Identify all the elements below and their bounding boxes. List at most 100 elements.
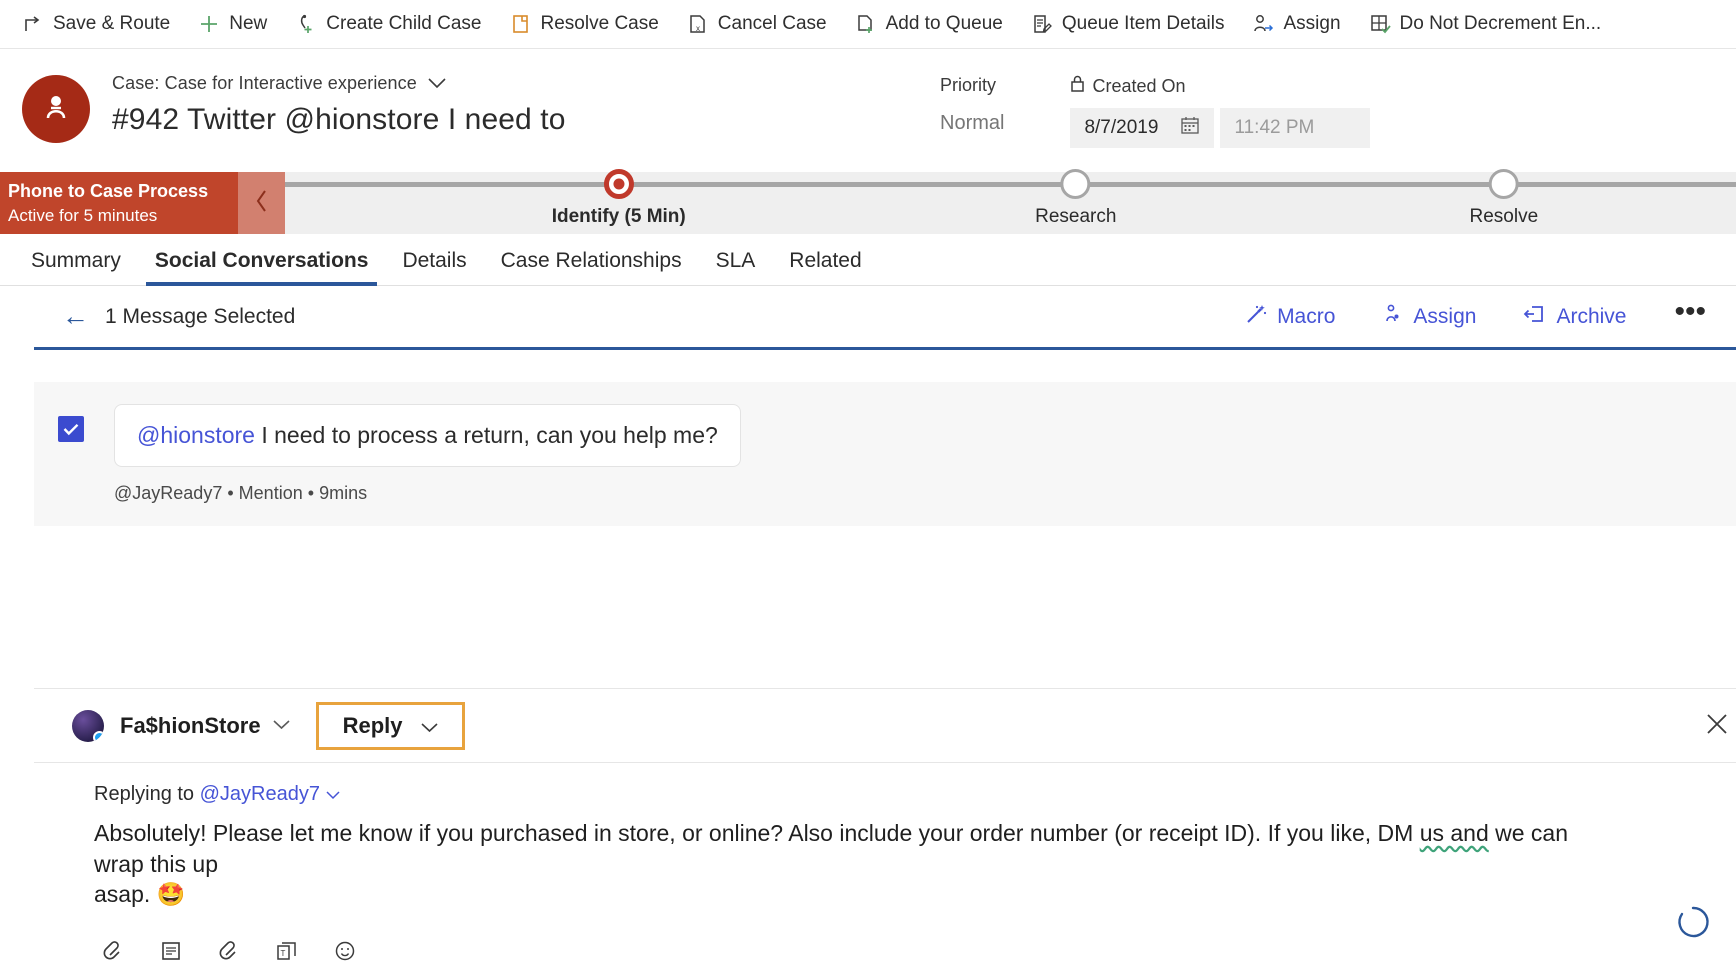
replying-to-prefix: Replying to	[94, 783, 200, 805]
tab-details[interactable]: Details	[385, 249, 483, 285]
tab-summary[interactable]: Summary	[14, 249, 138, 285]
do-not-decrement-icon	[1369, 13, 1391, 35]
account-chevron-down-icon[interactable]	[273, 717, 290, 735]
macro-label: Macro	[1277, 304, 1336, 328]
close-icon[interactable]	[1704, 711, 1730, 745]
composer-account-avatar	[72, 709, 104, 742]
message-checkbox[interactable]	[58, 416, 84, 442]
back-arrow-icon[interactable]: ←	[62, 303, 89, 330]
command-resolve-case[interactable]: Resolve Case	[496, 4, 673, 44]
message-list-item: @hionstore I need to process a return, c…	[34, 382, 1736, 526]
assign-label: Assign	[1413, 304, 1477, 328]
resolve-case-icon	[510, 13, 532, 35]
create-child-case-icon	[295, 13, 317, 35]
chevron-left-icon	[255, 189, 269, 218]
priority-label: Priority	[940, 75, 997, 95]
message-bubble[interactable]: @hionstore I need to process a return, c…	[114, 404, 741, 467]
command-label: Assign	[1283, 13, 1341, 34]
macro-button[interactable]: Macro	[1227, 295, 1353, 339]
command-queue-item-details[interactable]: Queue Item Details	[1017, 4, 1239, 44]
assign-button[interactable]: Assign	[1363, 295, 1494, 339]
link-icon[interactable]	[214, 936, 244, 966]
command-add-to-queue[interactable]: Add to Queue	[841, 4, 1017, 44]
reply-mode-button[interactable]: Reply	[315, 701, 465, 750]
tab-sla[interactable]: SLA	[699, 249, 773, 285]
assign-person-icon	[1381, 303, 1403, 331]
stage-marker-icon	[1060, 169, 1091, 199]
save-route-icon	[22, 13, 44, 35]
assign-person-icon	[1252, 13, 1274, 35]
add-to-queue-icon	[855, 13, 877, 35]
tab-case-relationships[interactable]: Case Relationships	[484, 249, 699, 285]
overflow-menu-button[interactable]: •••	[1654, 296, 1726, 337]
command-do-not-decrement-entitlement[interactable]: Do Not Decrement En...	[1355, 4, 1616, 44]
note-icon[interactable]	[156, 936, 186, 966]
priority-value[interactable]: Normal	[940, 112, 1004, 135]
selection-count-label: 1 Message Selected	[105, 304, 296, 328]
process-stages: Identify (5 Min) Research Resolve	[285, 169, 1736, 234]
created-on-date-input[interactable]: 8/7/2019	[1070, 108, 1215, 148]
process-name-block[interactable]: Phone to Case Process Active for 5 minut…	[0, 172, 285, 234]
calendar-icon[interactable]	[1180, 115, 1200, 141]
social-conversation-panel: ← 1 Message Selected Macro Assign Archiv…	[0, 286, 1736, 526]
message-author: @JayReady7	[114, 482, 223, 503]
command-assign[interactable]: Assign	[1238, 4, 1354, 44]
message-mention[interactable]: @hionstore	[137, 422, 255, 448]
created-on-label: Created On	[1092, 76, 1186, 96]
attach-link-icon[interactable]	[98, 936, 128, 966]
plus-icon	[198, 13, 220, 35]
magic-wand-icon	[1245, 303, 1267, 331]
composer-account-name: Fa$hionStore	[120, 712, 261, 738]
command-cancel-case[interactable]: x Cancel Case	[673, 4, 841, 44]
process-stage-resolve[interactable]: Resolve	[1470, 169, 1538, 228]
reply-text-part-1: Absolutely! Please let me know if you pu…	[94, 820, 1420, 846]
archive-label: Archive	[1556, 304, 1627, 328]
reply-composer: Fa$hionStore Reply Replying to @JayReady…	[34, 688, 1736, 966]
command-label: Add to Queue	[885, 13, 1003, 34]
created-on-label-row: Created On	[1070, 75, 1370, 98]
process-stage-research[interactable]: Research	[1035, 169, 1117, 228]
emoji-icon[interactable]	[330, 936, 360, 966]
command-save-and-route[interactable]: Save & Route	[8, 4, 184, 44]
tab-related[interactable]: Related	[772, 249, 878, 285]
created-on-time-input[interactable]: 11:42 PM	[1220, 108, 1371, 148]
template-icon[interactable]: T	[272, 936, 302, 966]
command-label: New	[229, 13, 268, 34]
reply-chevron-down-icon[interactable]	[420, 713, 438, 739]
tab-social-conversations[interactable]: Social Conversations	[138, 249, 386, 286]
command-label: Cancel Case	[717, 13, 827, 34]
archive-button[interactable]: Archive	[1504, 295, 1644, 339]
message-selection-toolbar: ← 1 Message Selected Macro Assign Archiv…	[34, 286, 1736, 350]
message-type: Mention	[238, 482, 303, 503]
message-text: I need to process a return, can you help…	[254, 422, 718, 448]
reply-button-label: Reply	[342, 712, 403, 738]
svg-text:x: x	[696, 24, 700, 33]
business-process-flow: Phone to Case Process Active for 5 minut…	[0, 169, 1736, 234]
command-label: Resolve Case	[540, 13, 659, 34]
reply-text-part-3: asap.	[94, 881, 157, 908]
process-collapse-button[interactable]	[238, 172, 285, 234]
page-title: #942 Twitter @hionstore I need to	[112, 103, 566, 136]
message-body: @hionstore I need to process a return, c…	[114, 404, 741, 504]
command-label: Queue Item Details	[1061, 13, 1225, 34]
header-fields: Priority Normal Created On 8/7/2019 11:4…	[940, 75, 1436, 148]
cancel-case-icon: x	[687, 13, 709, 35]
reply-emoji: 🤩	[156, 881, 186, 908]
stage-label: Research	[1035, 206, 1117, 227]
chevron-down-icon[interactable]	[428, 73, 446, 94]
composer-header: Fa$hionStore Reply	[34, 688, 1736, 762]
command-label: Save & Route	[53, 13, 171, 34]
process-stage-identify[interactable]: Identify (5 Min)	[552, 169, 686, 228]
command-create-child-case[interactable]: Create Child Case	[281, 4, 495, 44]
replying-to-chevron-down-icon[interactable]	[326, 783, 340, 805]
reply-text-area[interactable]: Absolutely! Please let me know if you pu…	[94, 818, 1594, 910]
stage-marker-icon	[603, 169, 634, 199]
entity-label: Case: Case for Interactive experience	[112, 73, 417, 93]
created-on-time-value: 11:42 PM	[1234, 117, 1315, 138]
created-on-date-value: 8/7/2019	[1084, 117, 1159, 138]
queue-item-details-icon	[1031, 13, 1053, 35]
replying-to-handle[interactable]: @JayReady7	[200, 783, 320, 805]
created-on-inputs: 8/7/2019 11:42 PM	[1070, 108, 1371, 148]
command-new[interactable]: New	[184, 4, 281, 44]
entity-breadcrumb[interactable]: Case: Case for Interactive experience	[112, 73, 565, 94]
